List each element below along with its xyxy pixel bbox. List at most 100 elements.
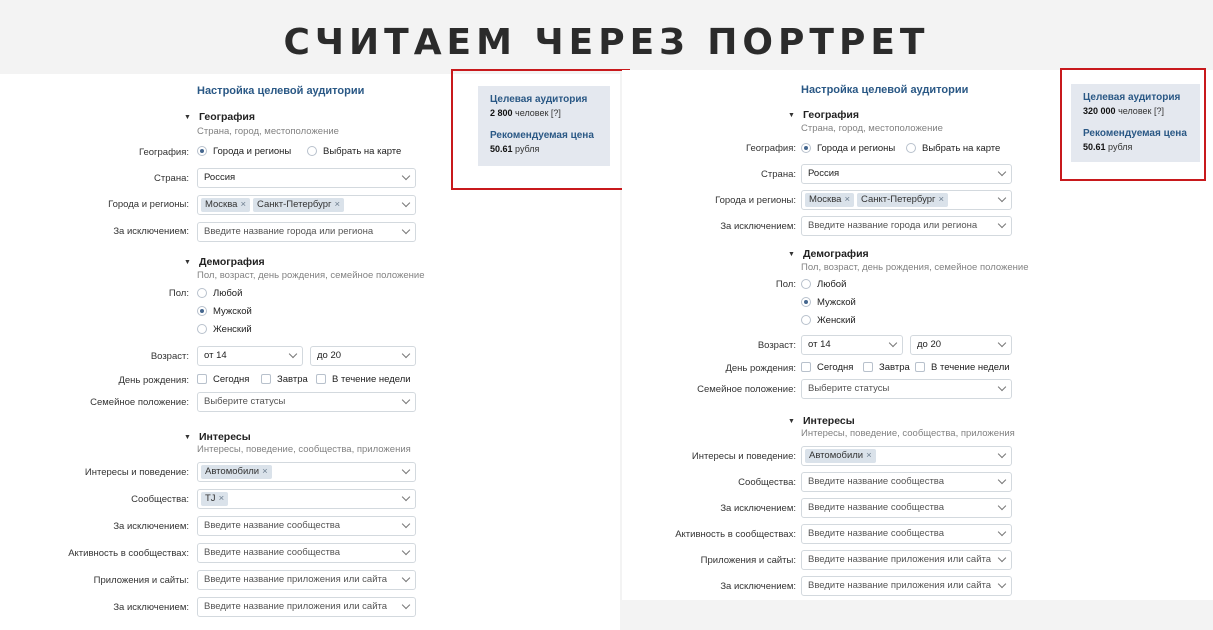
checkbox-week[interactable]: В течение недели: [316, 374, 411, 385]
age-label: Возраст:: [757, 340, 796, 351]
apps-placeholder: Введите название приложения или сайта: [204, 574, 388, 585]
radio-sex-female[interactable]: Женский: [197, 324, 252, 335]
apps-input[interactable]: Введите название приложения или сайта: [801, 550, 1012, 570]
country-label: Страна:: [761, 169, 796, 180]
except-apps-label: За исключением:: [720, 581, 796, 592]
radio-map-label: Выбрать на карте: [922, 143, 1001, 154]
community-tag[interactable]: TJ ×: [201, 492, 229, 506]
cities-select[interactable]: Москва × Санкт-Петербург ×: [197, 195, 416, 215]
city-tag[interactable]: Санкт-Петербург ×: [253, 198, 345, 212]
checkbox-icon: [316, 374, 326, 384]
country-select[interactable]: Россия: [801, 164, 1012, 184]
radio-map[interactable]: Выбрать на карте: [906, 143, 1000, 154]
sex-label: Пол:: [775, 279, 796, 290]
section-interests-title: Интересы: [198, 431, 251, 443]
interests-select[interactable]: Автомобили ×: [801, 446, 1012, 466]
interest-tag[interactable]: Автомобили ×: [201, 465, 272, 479]
section-demo-toggle[interactable]: ▼ Демография: [184, 256, 265, 268]
radio-sex-male[interactable]: Мужской: [801, 297, 856, 308]
radio-sex-any[interactable]: Любой: [801, 279, 846, 290]
radio-checked-icon: [197, 146, 207, 156]
age-from-select[interactable]: от 14: [801, 335, 903, 355]
section-interests-toggle[interactable]: ▼ Интересы: [788, 415, 855, 427]
chevron-down-icon: [888, 338, 898, 348]
checkbox-week[interactable]: В течение недели: [915, 362, 1010, 373]
chevron-down-icon: [997, 475, 1007, 485]
except-cities-label: За исключением:: [720, 221, 796, 232]
city-tag-label: Санкт-Петербург: [257, 199, 332, 210]
checkbox-today[interactable]: Сегодня: [197, 374, 249, 385]
checkbox-tomorrow[interactable]: Завтра: [261, 374, 308, 385]
radio-checked-icon: [801, 143, 811, 153]
communities-input[interactable]: Введите название сообщества: [801, 472, 1012, 492]
family-placeholder: Выберите статусы: [204, 396, 286, 407]
except-cities-input[interactable]: Введите название города или региона: [801, 216, 1012, 236]
remove-tag-icon[interactable]: ×: [866, 450, 872, 461]
except-communities-label: За исключением:: [113, 521, 189, 532]
except-cities-input[interactable]: Введите название города или региона: [197, 222, 416, 242]
radio-sex-male[interactable]: Мужской: [197, 306, 252, 317]
communities-select[interactable]: TJ ×: [197, 489, 416, 509]
age-label: Возраст:: [150, 351, 189, 362]
activity-input[interactable]: Введите название сообщества: [801, 524, 1012, 544]
city-tag-label: Санкт-Петербург: [861, 194, 936, 205]
remove-tag-icon[interactable]: ×: [240, 199, 246, 210]
interests-select[interactable]: Автомобили ×: [197, 462, 416, 482]
family-select[interactable]: Выберите статусы: [801, 379, 1012, 399]
section-interests-subtitle: Интересы, поведение, сообщества, приложе…: [197, 444, 411, 455]
communities-label: Сообщества:: [131, 494, 189, 505]
chevron-down-icon: [401, 198, 411, 208]
chevron-down-icon: [997, 219, 1007, 229]
except-apps-input[interactable]: Введите название приложения или сайта: [801, 576, 1012, 596]
radio-sex-female[interactable]: Женский: [801, 315, 856, 326]
section-geo-toggle[interactable]: ▼ География: [788, 109, 859, 121]
country-select[interactable]: Россия: [197, 168, 416, 188]
chevron-down-icon: [401, 349, 411, 359]
radio-sex-any-label: Любой: [817, 279, 847, 290]
remove-tag-icon[interactable]: ×: [262, 466, 268, 477]
birthday-label: День рождения:: [725, 363, 796, 374]
interests-label: Интересы и поведение:: [84, 467, 189, 478]
chevron-down-icon: [401, 519, 411, 529]
interest-tag-label: Автомобили: [205, 466, 260, 477]
apps-label: Приложения и сайты:: [700, 555, 796, 566]
age-from-value: от 14: [808, 339, 831, 350]
except-communities-input[interactable]: Введите название сообщества: [801, 498, 1012, 518]
age-from-select[interactable]: от 14: [197, 346, 303, 366]
section-interests-toggle[interactable]: ▼ Интересы: [184, 431, 251, 443]
geo-label: География:: [745, 143, 796, 154]
section-geo-toggle[interactable]: ▼ География: [184, 111, 255, 123]
section-geo-subtitle: Страна, город, местоположение: [197, 126, 339, 137]
activity-input[interactable]: Введите название сообщества: [197, 543, 416, 563]
interest-tag[interactable]: Автомобили ×: [805, 449, 876, 463]
except-apps-input[interactable]: Введите название приложения или сайта: [197, 597, 416, 617]
remove-tag-icon[interactable]: ×: [219, 493, 225, 504]
radio-sex-any-label: Любой: [213, 288, 243, 299]
radio-cities-label: Города и регионы: [817, 143, 896, 154]
radio-cities[interactable]: Города и регионы: [801, 143, 895, 154]
section-demo-toggle[interactable]: ▼ Демография: [788, 248, 869, 260]
except-communities-input[interactable]: Введите название сообщества: [197, 516, 416, 536]
checkbox-tomorrow[interactable]: Завтра: [863, 362, 910, 373]
radio-sex-any[interactable]: Любой: [197, 288, 242, 299]
chevron-down-icon: [997, 193, 1007, 203]
city-tag[interactable]: Москва ×: [805, 193, 854, 207]
city-tag-label: Москва: [205, 199, 238, 210]
age-to-select[interactable]: до 20: [310, 346, 416, 366]
age-to-select[interactable]: до 20: [910, 335, 1012, 355]
birthday-label: День рождения:: [118, 375, 189, 386]
remove-tag-icon[interactable]: ×: [335, 199, 341, 210]
cities-select[interactable]: Москва × Санкт-Петербург ×: [801, 190, 1012, 210]
apps-input[interactable]: Введите название приложения или сайта: [197, 570, 416, 590]
collapse-triangle-icon: ▼: [184, 434, 191, 441]
family-select[interactable]: Выберите статусы: [197, 392, 416, 412]
city-tag[interactable]: Санкт-Петербург ×: [857, 193, 949, 207]
remove-tag-icon[interactable]: ×: [939, 194, 945, 205]
radio-map[interactable]: Выбрать на карте: [307, 146, 401, 157]
checkbox-today[interactable]: Сегодня: [801, 362, 853, 373]
city-tag[interactable]: Москва ×: [201, 198, 250, 212]
radio-cities[interactable]: Города и регионы: [197, 146, 291, 157]
radio-map-label: Выбрать на карте: [323, 146, 402, 157]
remove-tag-icon[interactable]: ×: [844, 194, 850, 205]
family-placeholder: Выберите статусы: [808, 383, 890, 394]
